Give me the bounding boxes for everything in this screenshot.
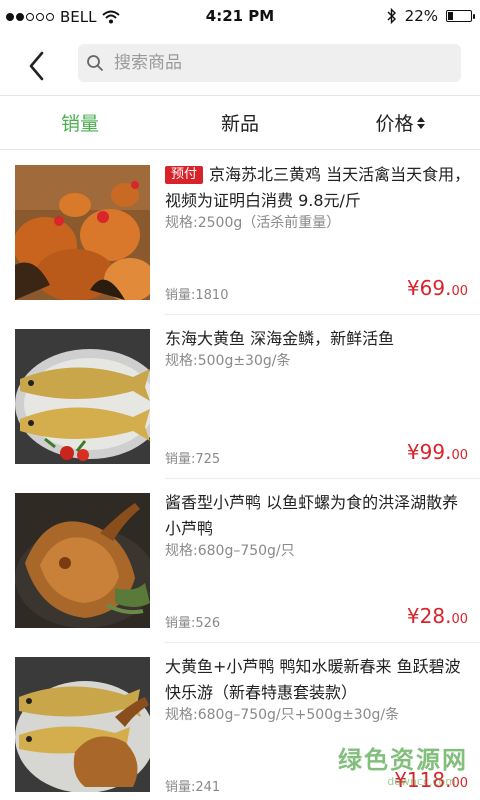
product-price: ¥99.00 bbox=[407, 440, 468, 464]
prepay-badge: 预付 bbox=[165, 166, 204, 184]
price-cents: 00 bbox=[451, 448, 468, 463]
product-title: 酱香型小芦鸭 以鱼虾螺为食的洪泽湖散养小芦鸭 bbox=[165, 490, 471, 542]
product-sales: 销量:1810 bbox=[165, 288, 229, 303]
product-image-fish bbox=[15, 329, 150, 464]
product-title: 东海大黄鱼 深海金鳞，新鲜活鱼 bbox=[165, 326, 471, 352]
product-image-duck bbox=[15, 493, 150, 628]
product-title-text: 大黄鱼+小芦鸭 鸭知水暖新春来 鱼跃碧波快乐游（新春特惠套装款） bbox=[165, 657, 461, 702]
battery-level bbox=[448, 12, 454, 20]
battery-icon bbox=[446, 10, 475, 22]
tab-price-label: 价格 bbox=[375, 113, 414, 135]
tab-new[interactable]: 新品 bbox=[160, 96, 320, 149]
product-title-text: 酱香型小芦鸭 以鱼虾螺为食的洪泽湖散养小芦鸭 bbox=[165, 493, 459, 538]
watermark-title: 绿色资源网 bbox=[338, 746, 468, 774]
product-sales: 销量:725 bbox=[165, 452, 221, 467]
bluetooth-icon bbox=[387, 8, 396, 24]
status-bar: BELL 4:21 PM 22% bbox=[0, 0, 480, 34]
product-spec: 规格:500g±30g/条 bbox=[165, 353, 291, 369]
product-price: ¥28.00 bbox=[407, 604, 468, 628]
product-image-combo bbox=[15, 657, 150, 792]
product-spec: 规格:2500g（活杀前重量） bbox=[165, 215, 341, 231]
search-icon bbox=[87, 55, 103, 71]
tab-sales[interactable]: 销量 bbox=[0, 96, 160, 149]
product-sales: 销量:526 bbox=[165, 616, 221, 631]
search-input[interactable] bbox=[114, 44, 444, 82]
tab-sales-label: 销量 bbox=[60, 113, 99, 135]
product-price: ¥69.00 bbox=[407, 276, 468, 300]
product-item[interactable]: 预付 京海苏北三黄鸡 当天活禽当天食用，视频为证明白消费 9.8元/斤 规格:25… bbox=[0, 150, 480, 314]
site-watermark: 绿色资源网 downcc.com bbox=[318, 740, 468, 796]
product-title-text: 东海大黄鱼 深海金鳞，新鲜活鱼 bbox=[165, 329, 395, 348]
product-title: 大黄鱼+小芦鸭 鸭知水暖新春来 鱼跃碧波快乐游（新春特惠套装款） bbox=[165, 654, 471, 706]
price-cents: 00 bbox=[451, 284, 468, 299]
tab-price[interactable]: 价格 bbox=[320, 96, 480, 149]
chevron-left-icon bbox=[29, 51, 44, 81]
back-button[interactable] bbox=[18, 46, 54, 86]
product-title-text: 京海苏北三黄鸡 当天活禽当天食用，视频为证明白消费 9.8元/斤 bbox=[165, 165, 471, 210]
sort-arrows-icon bbox=[416, 116, 425, 129]
product-list: 预付 京海苏北三黄鸡 当天活禽当天食用，视频为证明白消费 9.8元/斤 规格:25… bbox=[0, 150, 480, 800]
product-item[interactable]: 酱香型小芦鸭 以鱼虾螺为食的洪泽湖散养小芦鸭 规格:680g–750g/只 销量… bbox=[0, 478, 480, 642]
product-title: 预付 京海苏北三黄鸡 当天活禽当天食用，视频为证明白消费 9.8元/斤 bbox=[165, 162, 471, 214]
product-item[interactable]: 东海大黄鱼 深海金鳞，新鲜活鱼 规格:500g±30g/条 销量:725 ¥99… bbox=[0, 314, 480, 478]
product-spec: 规格:680g–750g/只+500g±30g/条 bbox=[165, 707, 400, 723]
search-box[interactable] bbox=[78, 44, 461, 82]
battery-percent: 22% bbox=[404, 7, 438, 25]
price-integer: ¥69. bbox=[406, 276, 452, 300]
sort-tabs: 销量 新品 价格 bbox=[0, 96, 480, 150]
search-header bbox=[0, 34, 480, 96]
price-integer: ¥28. bbox=[406, 604, 452, 628]
status-right: 22% bbox=[387, 7, 475, 25]
watermark-url: downcc.com bbox=[387, 775, 456, 788]
product-spec: 规格:680g–750g/只 bbox=[165, 543, 295, 559]
tab-new-label: 新品 bbox=[220, 113, 259, 135]
product-image-chicken bbox=[15, 165, 150, 300]
product-sales: 销量:241 bbox=[165, 780, 221, 795]
price-integer: ¥99. bbox=[406, 440, 452, 464]
price-cents: 00 bbox=[451, 612, 468, 627]
